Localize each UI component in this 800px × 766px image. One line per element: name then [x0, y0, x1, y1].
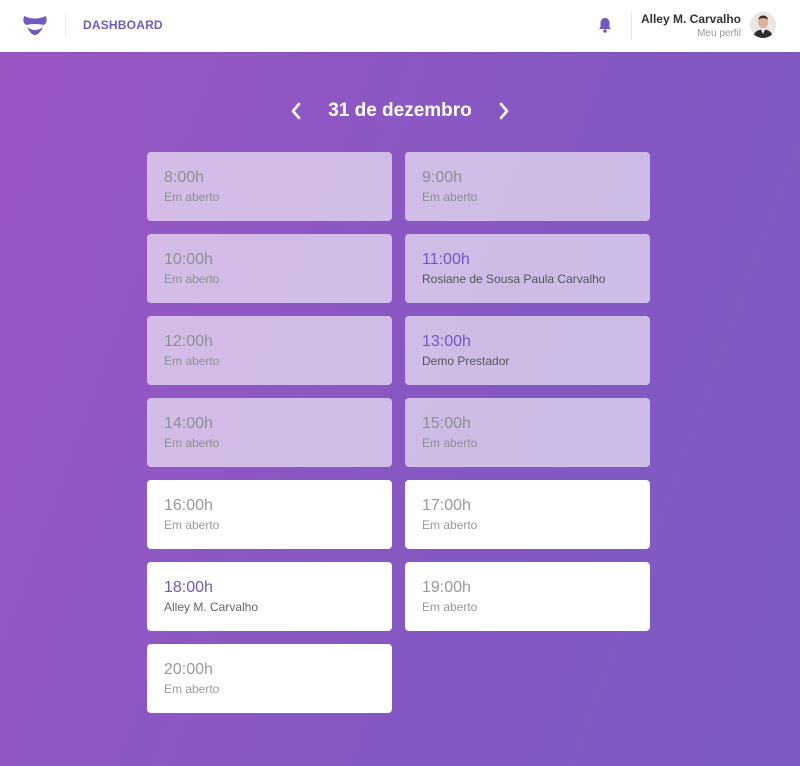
slot-client-name: Rosiane de Sousa Paula Carvalho — [422, 272, 606, 286]
slot-time: 13:00h — [422, 333, 471, 350]
time-slot[interactable]: 16:00h Em aberto — [147, 480, 392, 549]
time-slot[interactable]: 12:00h Em aberto — [147, 316, 392, 385]
slot-status: Em aberto — [422, 190, 478, 204]
slot-status: Em aberto — [164, 272, 220, 286]
schedule-grid: 8:00h Em aberto 9:00h Em aberto 10:00h Em abe… — [147, 152, 650, 713]
time-slot[interactable]: 18:00h Alley M. Carvalho — [147, 562, 392, 631]
slot-client-name: Alley M. Carvalho — [164, 600, 259, 614]
slot-status: Em aberto — [164, 354, 220, 368]
time-slot[interactable]: 8:00h Em aberto — [147, 152, 392, 221]
time-slot[interactable]: 19:00h Em aberto — [405, 562, 650, 631]
slot-status: Em aberto — [422, 600, 478, 614]
bell-icon[interactable] — [598, 17, 612, 33]
slot-time: 9:00h — [422, 169, 463, 186]
time-slot[interactable]: 13:00h Demo Prestador — [405, 316, 650, 385]
slot-time: 11:00h — [422, 251, 470, 268]
profile-link[interactable]: Meu perfil — [641, 27, 741, 41]
dashboard-link[interactable]: DASHBOARD — [83, 18, 163, 32]
slot-time: 10:00h — [164, 251, 213, 268]
slot-client-name: Demo Prestador — [422, 354, 510, 368]
mustache-logo-icon[interactable] — [22, 14, 48, 36]
slot-status: Em aberto — [422, 436, 478, 450]
avatar[interactable] — [750, 12, 776, 38]
header-divider — [65, 15, 66, 37]
slot-time: 17:00h — [422, 497, 471, 514]
slot-status: Em aberto — [164, 190, 220, 204]
top-bar: DASHBOARD Alley M. Carvalho Meu perfil — [0, 0, 800, 52]
chevron-right-icon[interactable] — [494, 101, 514, 121]
profile-name: Alley M. Carvalho — [640, 12, 741, 26]
time-slot[interactable]: 14:00h Em aberto — [147, 398, 392, 467]
slot-status: Em aberto — [164, 436, 220, 450]
slot-time: 16:00h — [164, 497, 213, 514]
current-date: 31 de dezembro — [328, 100, 472, 121]
chevron-left-icon[interactable] — [286, 101, 306, 121]
time-slot[interactable]: 11:00h Rosiane de Sousa Paula Carvalho — [405, 234, 650, 303]
slot-time: 8:00h — [164, 169, 205, 186]
time-slot[interactable]: 17:00h Em aberto — [405, 480, 650, 549]
slot-time: 12:00h — [164, 333, 213, 350]
slot-time: 14:00h — [164, 415, 213, 432]
profile-info: Alley M. Carvalho Meu perfil — [641, 12, 741, 41]
time-slot[interactable]: 15:00h Em aberto — [405, 398, 650, 467]
slot-time: 15:00h — [422, 415, 471, 432]
time-slot[interactable]: 10:00h Em aberto — [147, 234, 392, 303]
header-divider — [631, 12, 632, 40]
slot-time: 19:00h — [422, 579, 471, 596]
slot-time: 20:00h — [164, 661, 213, 678]
slot-status: Em aberto — [164, 518, 220, 532]
date-navigator: 31 de dezembro — [0, 96, 800, 126]
slot-status: Em aberto — [164, 682, 220, 696]
slot-status: Em aberto — [422, 518, 478, 532]
slot-time: 18:00h — [164, 579, 213, 596]
time-slot[interactable]: 9:00h Em aberto — [405, 152, 650, 221]
time-slot[interactable]: 20:00h Em aberto — [147, 644, 392, 713]
